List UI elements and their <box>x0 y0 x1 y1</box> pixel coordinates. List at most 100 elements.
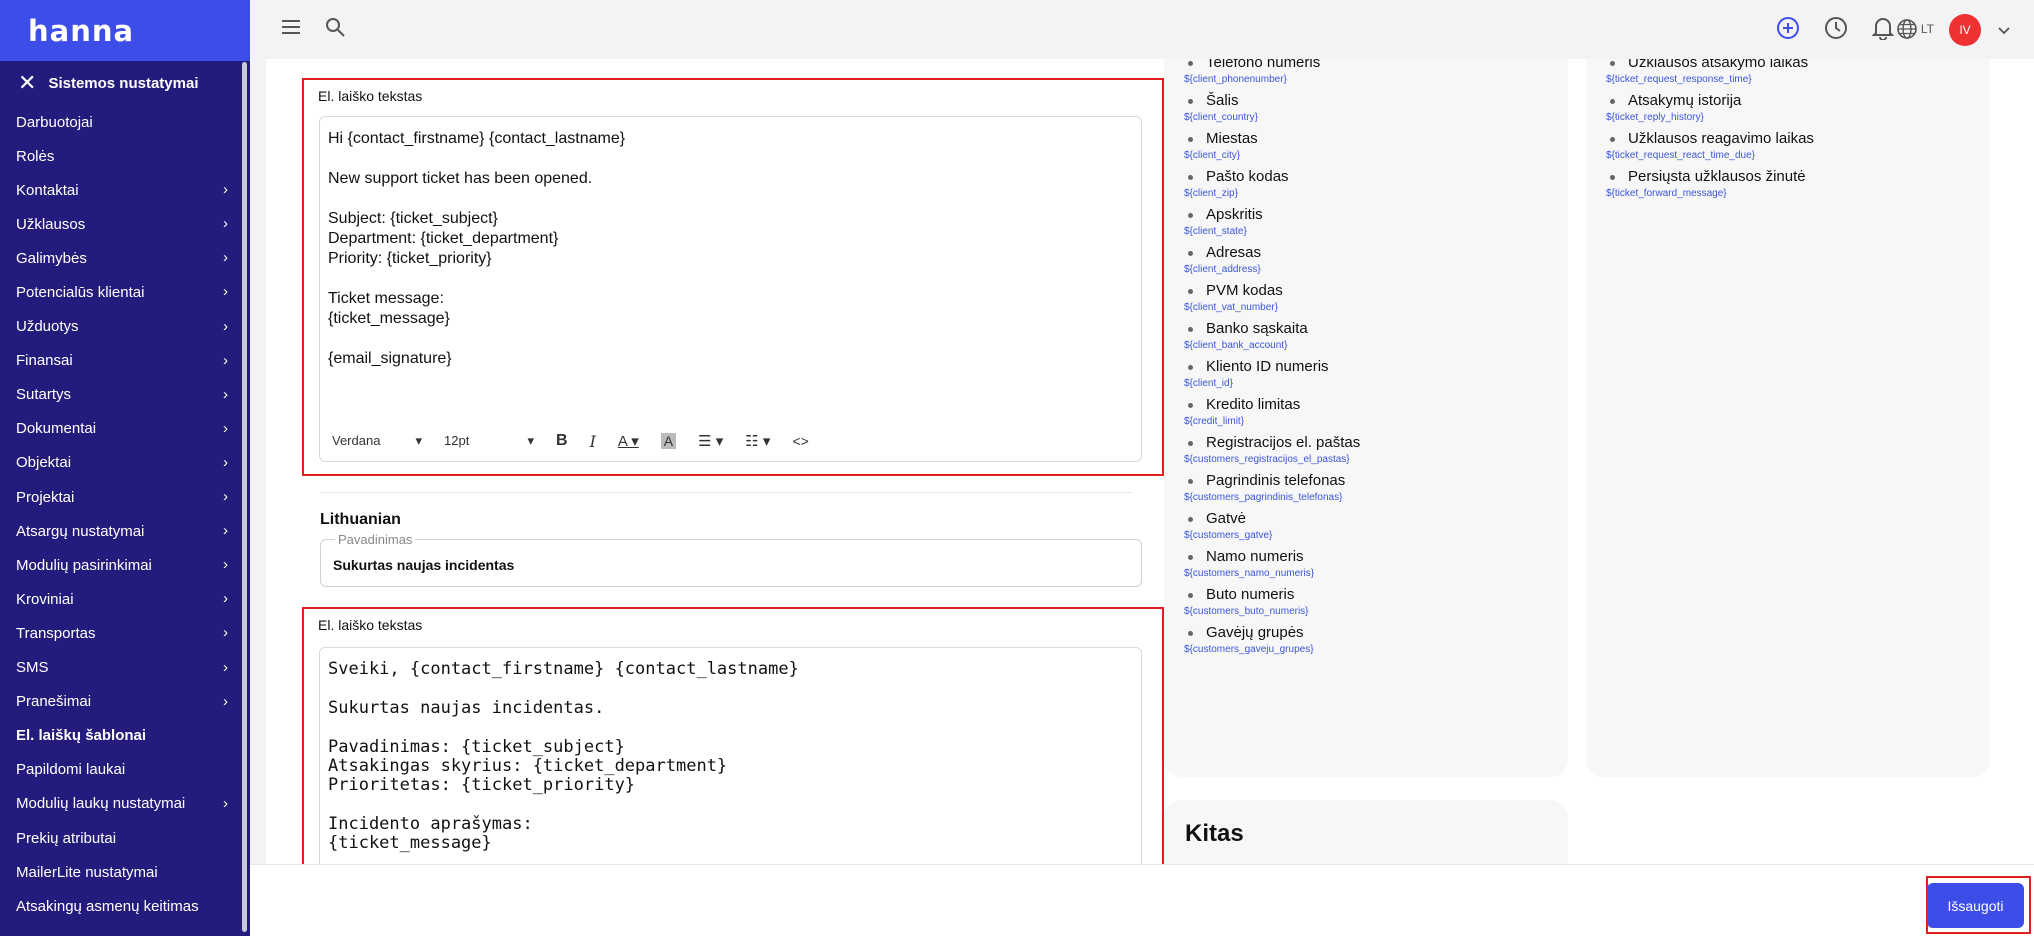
menu-icon[interactable] <box>280 16 302 44</box>
sidebar-item[interactable]: Modulių laukų nustatymai › <box>0 787 250 821</box>
variable-code[interactable]: ${ticket_request_response_time} <box>1606 73 1990 87</box>
italic-icon[interactable]: I <box>590 432 596 451</box>
sidebar-item[interactable]: Transportas › <box>0 616 250 650</box>
bullet-list-icon[interactable]: ☰ ▾ <box>698 432 723 450</box>
variable-item[interactable]: Registracijos el. paštas ${customers_regi… <box>1184 433 1568 467</box>
variable-code[interactable]: ${customers_buto_numeris} <box>1184 605 1568 619</box>
sidebar-item[interactable]: Pranešimai › <box>0 685 250 719</box>
variable-code[interactable]: ${client_address} <box>1184 263 1568 277</box>
variable-item[interactable]: Persiųsta užklausos žinutė ${ticket_forwa… <box>1606 167 1990 201</box>
variable-code[interactable]: ${credit_limit} <box>1184 415 1568 429</box>
bold-icon[interactable]: B <box>556 432 568 450</box>
variable-item[interactable]: Gatvė ${customers_gatve} <box>1184 509 1568 543</box>
english-rich-text-editor[interactable]: Hi {contact_firstname} {contact_lastname… <box>319 116 1142 462</box>
sidebar-nav: Darbuotojai Rolės Kontaktai › Užklausos › Gali… <box>0 105 250 923</box>
sidebar-item[interactable]: Užduotys › <box>0 310 250 344</box>
sidebar-item[interactable]: Galimybės › <box>0 241 250 275</box>
sidebar-item[interactable]: Prekių atributai <box>0 821 250 855</box>
font-size-select[interactable]: 12pt ▾ <box>444 433 534 449</box>
settings-section-header[interactable]: ✕ Sistemos nustatymai <box>0 61 250 105</box>
bottom-action-bar <box>250 864 2034 936</box>
variable-code[interactable]: ${client_phonenumber} <box>1184 73 1568 87</box>
editor-content[interactable]: Hi {contact_firstname} {contact_lastname… <box>320 117 1141 401</box>
variable-code[interactable]: ${ticket_reply_history} <box>1606 111 1990 125</box>
brand-logo[interactable]: hanna <box>0 0 250 61</box>
sidebar-item[interactable]: Kontaktai › <box>0 173 250 207</box>
source-code-icon[interactable]: <> <box>792 433 808 449</box>
variable-code[interactable]: ${client_city} <box>1184 149 1568 163</box>
sidebar-item[interactable]: Darbuotojai <box>0 105 250 139</box>
sidebar-item[interactable]: Atsargų nustatymai › <box>0 514 250 548</box>
variable-code[interactable]: ${client_zip} <box>1184 187 1568 201</box>
variable-item[interactable]: Užklausos atsakymo laikas ${ticket_reques… <box>1606 59 1990 87</box>
variable-item[interactable]: Adresas ${client_address} <box>1184 243 1568 277</box>
variable-item[interactable]: Apskritis ${client_state} <box>1184 205 1568 239</box>
variable-name: Gatvė <box>1206 510 1247 527</box>
sidebar-item[interactable]: Projektai › <box>0 480 250 514</box>
variable-code[interactable]: ${client_country} <box>1184 111 1568 125</box>
editor-paragraph: Sukurtas naujas incidentas. <box>328 698 605 718</box>
sidebar-item[interactable]: Užklausos › <box>0 207 250 241</box>
lithuanian-editor-section: El. laiško tekstas Sveiki, {contact_firs… <box>302 607 1164 864</box>
variable-code[interactable]: ${ticket_request_react_time_due} <box>1606 149 1990 163</box>
save-button[interactable]: Išsaugoti <box>1927 883 2024 928</box>
sidebar-item[interactable]: El. laiškų šablonai <box>0 719 250 753</box>
add-icon[interactable] <box>1776 16 1800 46</box>
variable-code[interactable]: ${client_id} <box>1184 377 1568 391</box>
sidebar-item[interactable]: Dokumentai › <box>0 412 250 446</box>
background-color-icon[interactable]: A <box>660 433 677 449</box>
sidebar-item[interactable]: Rolės <box>0 139 250 173</box>
sidebar-item[interactable]: Kroviniai › <box>0 582 250 616</box>
template-name-field[interactable]: Pavadinimas Sukurtas naujas incidentas <box>320 532 1142 587</box>
editor-content[interactable]: Sveiki, {contact_firstname} {contact_las… <box>320 648 1141 864</box>
sidebar-item[interactable]: Papildomi laukai <box>0 753 250 787</box>
variable-item[interactable]: Namo numeris ${customers_namo_numeris} <box>1184 547 1568 581</box>
variable-code[interactable]: ${customers_pagrindinis_telefonas} <box>1184 491 1568 505</box>
language-switcher[interactable]: LT <box>1896 18 1934 40</box>
variable-code[interactable]: ${client_state} <box>1184 225 1568 239</box>
lithuanian-rich-text-editor[interactable]: Sveiki, {contact_firstname} {contact_las… <box>319 647 1142 864</box>
variable-item[interactable]: Pagrindinis telefonas ${customers_pagrind… <box>1184 471 1568 505</box>
variable-item[interactable]: Gavėjų grupės ${customers_gaveju_grupes} <box>1184 623 1568 657</box>
variable-item[interactable]: Kliento ID numeris ${client_id} <box>1184 357 1568 391</box>
variable-item[interactable]: Telefono numeris ${client_phonenumber} <box>1184 59 1568 87</box>
bell-icon[interactable] <box>1871 16 1895 46</box>
sidebar-item[interactable]: Potencialūs klientai › <box>0 275 250 309</box>
sidebar-item[interactable]: Finansai › <box>0 344 250 378</box>
variable-item[interactable]: Šalis ${client_country} <box>1184 91 1568 125</box>
numbered-list-icon[interactable]: ☷ ▾ <box>745 432 770 450</box>
sidebar-item-label: Darbuotojai <box>16 113 93 131</box>
variable-code[interactable]: ${client_bank_account} <box>1184 339 1568 353</box>
variable-item[interactable]: Kredito limitas ${credit_limit} <box>1184 395 1568 429</box>
sidebar-item-label: Užduotys <box>16 318 79 336</box>
variable-item[interactable]: Atsakymų istorija ${ticket_reply_history} <box>1606 91 1990 125</box>
variable-item[interactable]: Užklausos reagavimo laikas ${ticket_reque… <box>1606 129 1990 163</box>
sidebar-item[interactable]: Atsakingų asmenų keitimas <box>0 889 250 923</box>
variable-code[interactable]: ${customers_namo_numeris} <box>1184 567 1568 581</box>
variable-code[interactable]: ${client_vat_number} <box>1184 301 1568 315</box>
search-icon[interactable] <box>324 16 346 44</box>
sidebar-item[interactable]: Sutartys › <box>0 378 250 412</box>
sidebar-item[interactable]: Objektai › <box>0 446 250 480</box>
text-color-icon[interactable]: A ▾ <box>618 432 639 450</box>
sidebar-item[interactable]: Modulių pasirinkimai › <box>0 548 250 582</box>
variable-item[interactable]: Buto numeris ${customers_buto_numeris} <box>1184 585 1568 619</box>
variable-code[interactable]: ${customers_gatve} <box>1184 529 1568 543</box>
font-family-select[interactable]: Verdana ▾ <box>332 433 422 449</box>
clock-icon[interactable] <box>1824 16 1848 46</box>
variable-item[interactable]: PVM kodas ${client_vat_number} <box>1184 281 1568 315</box>
avatar[interactable]: IV <box>1949 14 1981 46</box>
sidebar-item[interactable]: MailerLite nustatymai <box>0 855 250 889</box>
sidebar-scrollbar[interactable] <box>242 62 247 932</box>
variable-code[interactable]: ${ticket_forward_message} <box>1606 187 1990 201</box>
close-icon[interactable]: ✕ <box>18 72 36 94</box>
variable-code[interactable]: ${customers_registracijos_el_pastas} <box>1184 453 1568 467</box>
sidebar-item[interactable]: SMS › <box>0 651 250 685</box>
variable-item[interactable]: Banko sąskaita ${client_bank_account} <box>1184 319 1568 353</box>
variable-item[interactable]: Miestas ${client_city} <box>1184 129 1568 163</box>
chevron-down-icon[interactable] <box>1996 18 2012 44</box>
editor-label: El. laiško tekstas <box>318 88 423 104</box>
variable-item[interactable]: Pašto kodas ${client_zip} <box>1184 167 1568 201</box>
sidebar-item-label: Atsargų nustatymai <box>16 522 145 540</box>
variable-code[interactable]: ${customers_gaveju_grupes} <box>1184 643 1568 657</box>
